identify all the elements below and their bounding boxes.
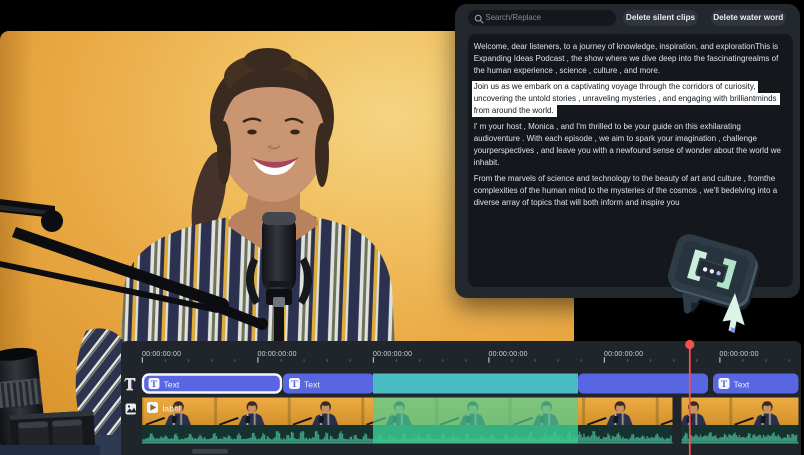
svg-text:label: label xyxy=(163,403,181,413)
svg-text:00:00:00:00: 00:00:00:00 xyxy=(604,351,643,358)
svg-text:00:00:00:00: 00:00:00:00 xyxy=(373,351,412,358)
svg-text:00:00:00:00: 00:00:00:00 xyxy=(142,351,181,358)
svg-text:Text: Text xyxy=(734,379,750,389)
svg-text:00:00:00:00: 00:00:00:00 xyxy=(720,351,759,358)
svg-text:T: T xyxy=(291,379,298,390)
svg-text:00:00:00:00: 00:00:00:00 xyxy=(258,351,297,358)
svg-text:Text: Text xyxy=(304,379,320,389)
svg-text:00:00:00:00: 00:00:00:00 xyxy=(489,351,528,358)
svg-text:Text: Text xyxy=(164,379,180,389)
svg-text:T: T xyxy=(151,379,158,390)
svg-text:T: T xyxy=(721,379,728,390)
